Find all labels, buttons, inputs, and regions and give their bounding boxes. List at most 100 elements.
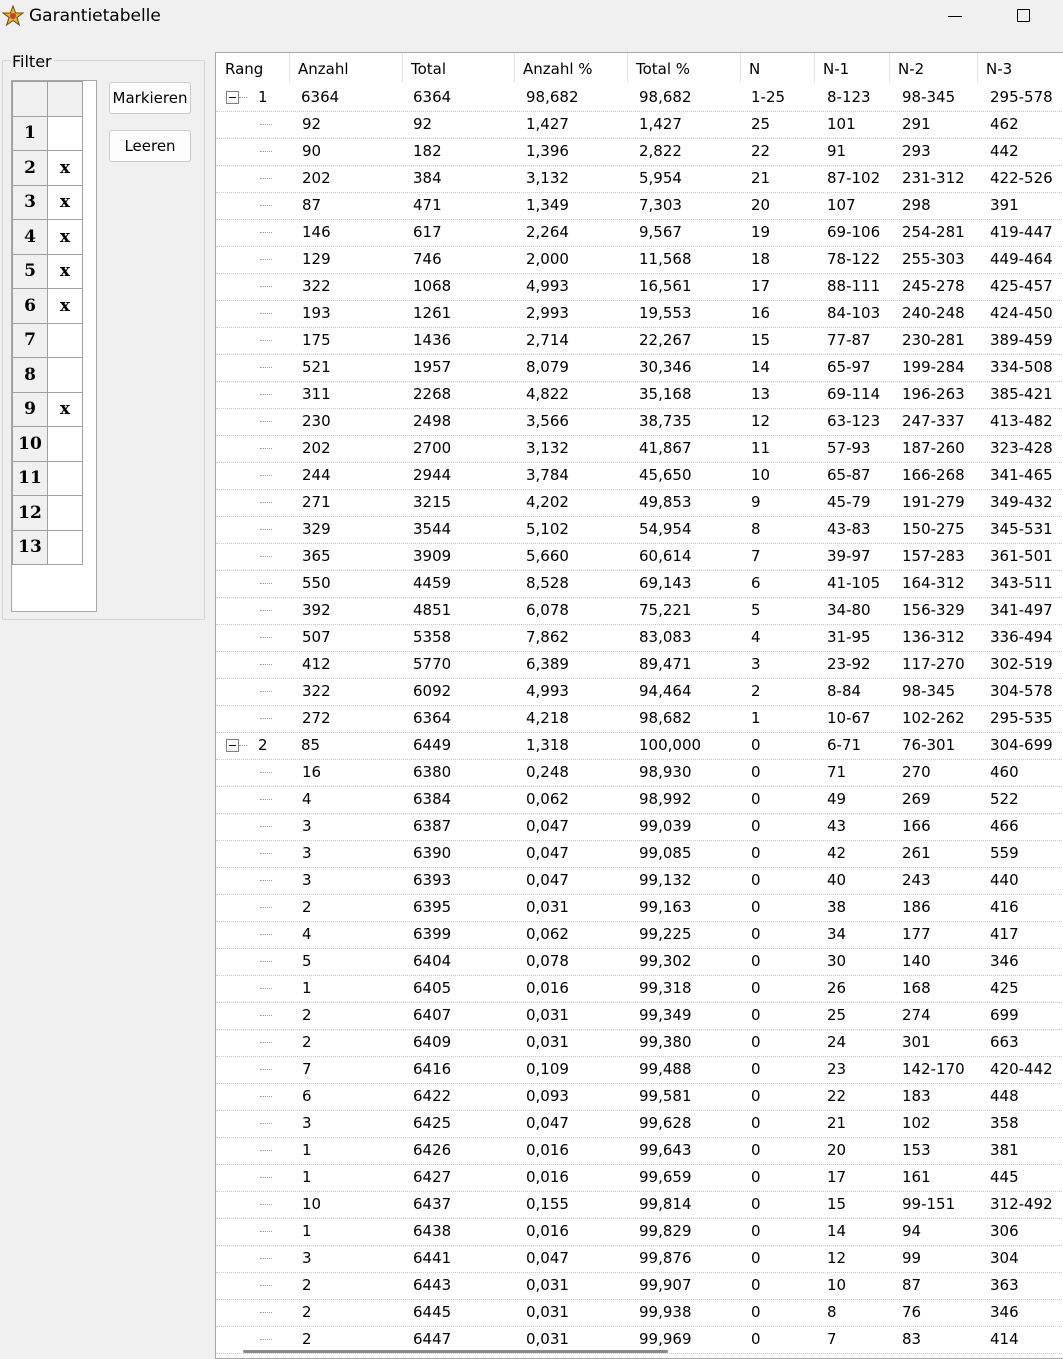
table-row[interactable]: 322 1068 4,993 16,561 17 88-111 245-278 425-457 <box>216 273 1063 301</box>
filter-row-label[interactable]: 10 <box>12 426 48 462</box>
column-header[interactable]: Rang <box>225 60 263 78</box>
clear-button[interactable]: Leeren <box>109 130 191 162</box>
filter-row-mark[interactable]: x <box>47 150 83 186</box>
table-row[interactable]: 6 6422 0,093 99,581 0 22 183 448 <box>216 1083 1063 1111</box>
filter-row-label[interactable]: 11 <box>12 460 48 496</box>
group-row[interactable]: 1 6364 6364 98,682 98,682 1-25 8-123 98-345 295-… <box>216 84 1063 112</box>
table-row[interactable]: 1 6426 0,016 99,643 0 20 153 381 <box>216 1137 1063 1165</box>
table-row[interactable]: 4 6399 0,062 99,225 0 34 177 417 <box>216 921 1063 949</box>
table-row[interactable]: 392 4851 6,078 75,221 5 34-80 156-329 341-497 <box>216 597 1063 625</box>
table-row[interactable]: 2 6395 0,031 99,163 0 38 186 416 <box>216 894 1063 922</box>
table-row[interactable]: 10 6437 0,155 99,814 0 15 99-151 312-492 <box>216 1191 1063 1219</box>
table-row[interactable]: 129 746 2,000 11,568 18 78-122 255-303 449-464 <box>216 246 1063 274</box>
filter-row-label[interactable]: 7 <box>12 322 48 358</box>
filter-row-mark[interactable] <box>47 529 83 565</box>
collapse-icon[interactable] <box>226 91 239 104</box>
filter-row[interactable]: 7 <box>12 322 83 358</box>
table-row[interactable]: 4 6384 0,062 98,992 0 49 269 522 <box>216 786 1063 814</box>
filter-row-mark[interactable] <box>47 115 83 151</box>
table-row[interactable]: 87 471 1,349 7,303 20 107 298 391 <box>216 192 1063 220</box>
column-header[interactable]: Total <box>411 60 446 78</box>
filter-row[interactable]: 9x <box>12 391 83 427</box>
filter-row-label[interactable]: 6 <box>12 288 48 324</box>
table-row[interactable]: 146 617 2,264 9,567 19 69-106 254-281 419-447 <box>216 219 1063 247</box>
filter-row-label[interactable]: 9 <box>12 391 48 427</box>
filter-row-mark[interactable]: x <box>47 288 83 324</box>
minimize-button[interactable] <box>944 6 968 28</box>
table-row[interactable]: 329 3544 5,102 54,954 8 43-83 150-275 345-531 <box>216 516 1063 544</box>
filter-row[interactable]: 10 <box>12 426 83 462</box>
filter-row[interactable]: 11 <box>12 460 83 496</box>
column-header[interactable]: N-3 <box>986 60 1012 78</box>
table-row[interactable]: 2 6443 0,031 99,907 0 10 87 363 <box>216 1272 1063 1300</box>
filter-row[interactable]: 3x <box>12 184 83 220</box>
guarantee-table[interactable]: Rang Anzahl Total Anzahl % Total % N N-1 N-2 N-3… <box>215 52 1063 1359</box>
table-row[interactable]: 3 6390 0,047 99,085 0 42 261 559 <box>216 840 1063 868</box>
filter-row-mark[interactable]: x <box>47 253 83 289</box>
table-row[interactable]: 230 2498 3,566 38,735 12 63-123 247-337 413-482 <box>216 408 1063 436</box>
table-row[interactable]: 322 6092 4,993 94,464 2 8-84 98-345 304-578 <box>216 678 1063 706</box>
column-header[interactable]: Anzahl <box>298 60 349 78</box>
filter-row-mark[interactable] <box>47 357 83 393</box>
filter-row-label[interactable]: 5 <box>12 253 48 289</box>
filter-row[interactable]: 6x <box>12 288 83 324</box>
table-row[interactable]: 3 6441 0,047 99,876 0 12 99 304 <box>216 1245 1063 1273</box>
table-row[interactable]: 5 6404 0,078 99,302 0 30 140 346 <box>216 948 1063 976</box>
filter-row-label[interactable]: 1 <box>12 115 48 151</box>
filter-row[interactable]: 13 <box>12 529 83 565</box>
horizontal-scrollbar[interactable] <box>243 1350 668 1353</box>
filter-row-label[interactable]: 3 <box>12 184 48 220</box>
table-row[interactable]: 175 1436 2,714 22,267 15 77-87 230-281 389-459 <box>216 327 1063 355</box>
table-row[interactable]: 412 5770 6,389 89,471 3 23-92 117-270 302-519 <box>216 651 1063 679</box>
filter-row-mark[interactable] <box>47 495 83 531</box>
filter-row-label[interactable]: 4 <box>12 219 48 255</box>
table-row[interactable]: 365 3909 5,660 60,614 7 39-97 157-283 361-501 <box>216 543 1063 571</box>
filter-row[interactable]: 12 <box>12 495 83 531</box>
table-row[interactable]: 92 92 1,427 1,427 25 101 291 462 <box>216 111 1063 139</box>
filter-row-label[interactable]: 13 <box>12 529 48 565</box>
column-separator[interactable] <box>814 53 815 83</box>
filter-row-label[interactable]: 2 <box>12 150 48 186</box>
column-separator[interactable] <box>977 53 978 83</box>
table-row[interactable]: 16 6380 0,248 98,930 0 71 270 460 <box>216 759 1063 787</box>
table-row[interactable]: 244 2944 3,784 45,650 10 65-87 166-268 341-465 <box>216 462 1063 490</box>
table-row[interactable]: 3 6387 0,047 99,039 0 43 166 466 <box>216 813 1063 841</box>
table-row[interactable]: 2 6445 0,031 99,938 0 8 76 346 <box>216 1299 1063 1327</box>
table-row[interactable]: 1 6427 0,016 99,659 0 17 161 445 <box>216 1164 1063 1192</box>
filter-row[interactable]: 5x <box>12 253 83 289</box>
column-separator[interactable] <box>889 53 890 83</box>
filter-row[interactable]: 2x <box>12 150 83 186</box>
table-row[interactable]: 3 6425 0,047 99,628 0 21 102 358 <box>216 1110 1063 1138</box>
filter-row-label[interactable]: 8 <box>12 357 48 393</box>
filter-grid[interactable]: 1 2 x 3 x 4 x 5 x 6 x 7 8 9 x 10 11 12 13 <box>11 80 97 612</box>
table-row[interactable]: 1 6438 0,016 99,829 0 14 94 306 <box>216 1218 1063 1246</box>
column-header[interactable]: N <box>749 60 760 78</box>
table-row[interactable]: 1 6405 0,016 99,318 0 26 168 425 <box>216 975 1063 1003</box>
table-row[interactable]: 202 384 3,132 5,954 21 87-102 231-312 422-526 <box>216 165 1063 193</box>
table-row[interactable]: 90 182 1,396 2,822 22 91 293 442 <box>216 138 1063 166</box>
column-header[interactable]: N-2 <box>898 60 924 78</box>
table-row[interactable]: 3 6393 0,047 99,132 0 40 243 440 <box>216 867 1063 895</box>
group-row[interactable]: 2 85 6449 1,318 100,000 0 6-71 76-301 304-699 <box>216 732 1063 760</box>
maximize-button[interactable] <box>1014 6 1036 28</box>
filter-row-mark[interactable] <box>47 322 83 358</box>
table-row[interactable]: 193 1261 2,993 19,553 16 84-103 240-248 424-450 <box>216 300 1063 328</box>
column-separator[interactable] <box>627 53 628 83</box>
column-header[interactable]: Total % <box>636 60 690 78</box>
filter-row-mark[interactable] <box>47 460 83 496</box>
filter-row-mark[interactable]: x <box>47 219 83 255</box>
table-row[interactable]: 507 5358 7,862 83,083 4 31-95 136-312 336-494 <box>216 624 1063 652</box>
filter-row-label[interactable]: 12 <box>12 495 48 531</box>
column-separator[interactable] <box>402 53 403 83</box>
column-header[interactable]: Anzahl % <box>523 60 593 78</box>
table-row[interactable]: 311 2268 4,822 35,168 13 69-114 196-263 385-421 <box>216 381 1063 409</box>
collapse-icon[interactable] <box>226 739 239 752</box>
column-separator[interactable] <box>514 53 515 83</box>
table-row[interactable]: 2 6409 0,031 99,380 0 24 301 663 <box>216 1029 1063 1057</box>
table-row[interactable]: 272 6364 4,218 98,682 1 10-67 102-262 295-535 <box>216 705 1063 733</box>
column-separator[interactable] <box>289 53 290 83</box>
table-row[interactable]: 550 4459 8,528 69,143 6 41-105 164-312 343-511 <box>216 570 1063 598</box>
filter-row[interactable]: 4x <box>12 219 83 255</box>
column-header[interactable]: N-1 <box>823 60 849 78</box>
filter-row[interactable]: 8 <box>12 357 83 393</box>
